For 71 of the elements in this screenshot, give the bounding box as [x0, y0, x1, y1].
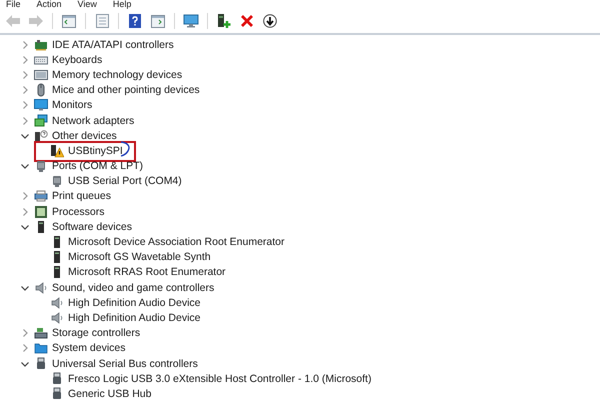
expand-chevron-icon[interactable]: [20, 85, 30, 96]
category-item[interactable]: Print queues: [52, 190, 111, 202]
category-item[interactable]: Monitors: [52, 99, 92, 112]
expand-chevron-icon[interactable]: [20, 116, 30, 126]
port-connector-icon: [34, 159, 48, 174]
action-pane-icon: [151, 14, 165, 28]
device-warning-icon: [50, 144, 64, 158]
folder-icon: [34, 341, 48, 356]
console-tree-icon: [62, 14, 76, 28]
device-item[interactable]: Microsoft RRAS Root Enumerator: [68, 266, 226, 278]
category-item[interactable]: System devices: [52, 342, 126, 354]
storage-drive-icon: [34, 326, 48, 340]
device-item[interactable]: Fresco Logic USB 3.0 eXtensible Host Controller - 1.0 (Microsoft): [68, 372, 372, 385]
usb-plug-icon: [50, 386, 64, 401]
speaker-icon: [50, 296, 64, 310]
speaker-icon: [34, 280, 48, 295]
back-arrow-icon: [6, 15, 20, 27]
toolbar-button[interactable]: [126, 12, 144, 30]
expand-chevron-icon[interactable]: [20, 40, 30, 50]
category-item[interactable]: Keyboards: [52, 54, 102, 66]
help-icon: [129, 14, 141, 28]
category-item[interactable]: IDE ATA/ATAPI controllers: [52, 38, 174, 51]
device-item[interactable]: USB Serial Port (COM4): [68, 175, 182, 188]
toolbar-button[interactable]: [261, 12, 279, 30]
cross-icon: [241, 15, 253, 27]
printer-icon: [34, 189, 48, 204]
device-item[interactable]: Generic USB Hub: [68, 388, 152, 400]
device-item[interactable]: USBtinySPI: [68, 144, 123, 157]
unknown-device-icon: [34, 128, 48, 143]
expand-chevron-icon[interactable]: [20, 191, 30, 202]
device-item[interactable]: High Definition Audio Device: [68, 312, 200, 324]
down-arrow-circle-icon: [263, 14, 277, 28]
monitor-scan-icon: [183, 14, 199, 28]
category-item[interactable]: Sound, video and game controllers: [52, 282, 214, 294]
expand-chevron-icon[interactable]: [20, 100, 30, 110]
category-item[interactable]: Storage controllers: [52, 327, 140, 340]
category-item[interactable]: Network adapters: [52, 114, 134, 127]
controller-card-icon: [34, 38, 48, 52]
toolbar-button[interactable]: [215, 12, 233, 30]
processor-chip-icon: [34, 204, 48, 219]
category-item[interactable]: Other devices: [52, 130, 117, 142]
expand-chevron-icon[interactable]: [20, 206, 30, 217]
category-item[interactable]: Memory technology devices: [52, 68, 182, 81]
menu-item[interactable]: Help: [112, 0, 132, 9]
device-plus-icon: [217, 14, 231, 28]
monitor-icon: [34, 98, 48, 112]
menu-item[interactable]: Action: [36, 0, 62, 9]
category-item[interactable]: Processors: [52, 206, 105, 218]
category-item[interactable]: Universal Serial Bus controllers: [52, 358, 198, 370]
expand-chevron-icon[interactable]: [20, 70, 30, 80]
category-item[interactable]: Ports (COM & LPT): [52, 160, 144, 172]
menu-item[interactable]: File: [6, 0, 21, 9]
network-icon: [34, 114, 48, 128]
properties-icon: [96, 14, 108, 28]
forward-arrow-icon: [29, 15, 43, 27]
device-item[interactable]: Microsoft Device Association Root Enumerator: [68, 236, 285, 248]
usb-plug-icon: [50, 372, 64, 386]
memory-card-icon: [34, 68, 48, 82]
collapse-chevron-icon[interactable]: [20, 161, 30, 172]
expand-chevron-icon[interactable]: [20, 54, 30, 65]
usb-plug-icon: [34, 356, 48, 371]
port-connector-icon: [50, 174, 64, 188]
category-item[interactable]: Software devices: [52, 220, 132, 233]
device-item[interactable]: Microsoft GS Wavetable Synth: [68, 251, 211, 264]
category-item[interactable]: Mice and other pointing devices: [52, 84, 200, 96]
speaker-icon: [50, 310, 64, 325]
ink-scribble: [120, 141, 130, 158]
expand-chevron-icon[interactable]: [20, 328, 30, 338]
expand-chevron-icon[interactable]: [20, 343, 30, 354]
device-item[interactable]: High Definition Audio Device: [68, 296, 200, 309]
menu-item[interactable]: View: [78, 0, 97, 9]
